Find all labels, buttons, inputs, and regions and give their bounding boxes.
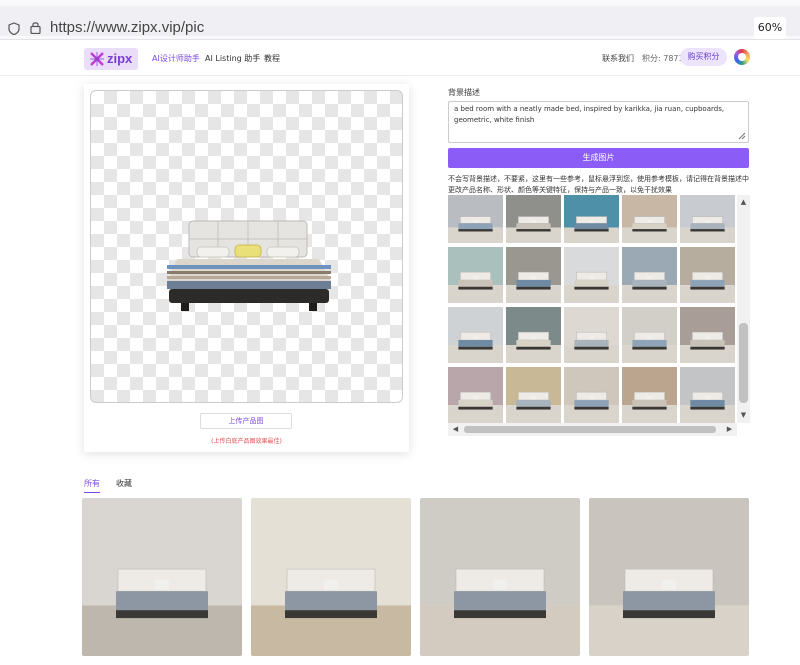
- template-thumbnail[interactable]: [564, 367, 619, 423]
- template-thumbnail[interactable]: [622, 307, 677, 363]
- template-thumbnail[interactable]: [622, 367, 677, 423]
- product-card: 上传产品图 (上传白底产品图效果最佳): [84, 84, 409, 452]
- nav-link-ai-designer[interactable]: AI设计师助手: [152, 53, 200, 64]
- generated-result-image[interactable]: [82, 498, 242, 656]
- scroll-down-icon[interactable]: ▼: [739, 411, 748, 420]
- upload-product-button[interactable]: 上传产品图: [200, 413, 292, 429]
- template-gallery: ▲ ▼ ◀ ▶: [448, 195, 750, 436]
- template-thumbnail[interactable]: [506, 247, 561, 303]
- template-thumbnail[interactable]: [506, 195, 561, 243]
- top-nav: zipx AI设计师助手 AI Listing 助手 教程 联系我们 积分: 7…: [0, 40, 800, 76]
- logo-text: zipx: [107, 51, 133, 66]
- generate-image-button[interactable]: 生成图片: [448, 148, 749, 168]
- background-prompt-textarea[interactable]: a bed room with a neatly made bed, inspi…: [448, 101, 749, 143]
- generated-result-image[interactable]: [420, 498, 580, 656]
- lock-icon[interactable]: [30, 21, 41, 34]
- upload-hint: (上传白底产品图效果最佳): [211, 438, 282, 445]
- template-thumbnail[interactable]: [448, 247, 503, 303]
- generated-result-image[interactable]: [251, 498, 411, 656]
- scroll-up-icon[interactable]: ▲: [739, 198, 748, 207]
- template-thumbnail[interactable]: [564, 247, 619, 303]
- browser-toolbar: https://www.zipx.vip/pic 60%: [0, 0, 800, 40]
- logo-mark-icon: [90, 52, 104, 66]
- template-thumbnail[interactable]: [448, 195, 503, 243]
- points-balance: 积分: 7871: [642, 54, 684, 63]
- nav-link-ai-listing[interactable]: AI Listing 助手: [205, 53, 260, 64]
- generated-result-image[interactable]: [589, 498, 749, 656]
- template-thumbnail[interactable]: [506, 307, 561, 363]
- product-bed-image: [167, 220, 331, 311]
- template-thumbnail[interactable]: [622, 247, 677, 303]
- template-thumbnail[interactable]: [448, 367, 503, 423]
- template-thumbnail[interactable]: [680, 307, 735, 363]
- template-thumbnail[interactable]: [564, 307, 619, 363]
- contact-us-link[interactable]: 联系我们: [602, 53, 634, 64]
- scroll-thumb[interactable]: [739, 323, 748, 403]
- resize-grip-icon[interactable]: [737, 131, 746, 140]
- product-canvas[interactable]: [90, 90, 403, 403]
- prompt-text: a bed room with a neatly made bed, inspi…: [454, 105, 725, 124]
- shield-icon[interactable]: [8, 22, 20, 35]
- template-thumbnail[interactable]: [506, 367, 561, 423]
- template-thumbnail[interactable]: [564, 195, 619, 243]
- template-thumbnail[interactable]: [448, 307, 503, 363]
- horizontal-scrollbar[interactable]: ◀ ▶: [448, 423, 737, 436]
- url-text[interactable]: https://www.zipx.vip/pic: [50, 19, 204, 36]
- prompt-tip: 不会写背景描述，不要紧，这里有一些参考，鼠标悬浮到您，使用参考模板，请记得在背景…: [448, 175, 749, 194]
- tab-all[interactable]: 所有: [84, 478, 100, 493]
- buy-points-button[interactable]: 购买积分: [680, 48, 727, 66]
- scroll-right-icon[interactable]: ▶: [725, 425, 734, 434]
- scroll-thumb-horizontal[interactable]: [464, 426, 716, 433]
- template-thumbnail[interactable]: [680, 195, 735, 243]
- tab-favorites[interactable]: 收藏: [116, 478, 132, 492]
- template-thumbnail[interactable]: [680, 247, 735, 303]
- template-thumbnail[interactable]: [680, 367, 735, 423]
- scroll-left-icon[interactable]: ◀: [451, 425, 460, 434]
- logo[interactable]: zipx: [84, 48, 138, 70]
- template-thumbnail[interactable]: [622, 195, 677, 243]
- avatar[interactable]: [734, 49, 750, 65]
- zoom-level-button[interactable]: 60%: [754, 17, 786, 39]
- nav-link-tutorial[interactable]: 教程: [264, 53, 280, 64]
- address-bar[interactable]: https://www.zipx.vip/pic 60%: [0, 6, 800, 39]
- vertical-scrollbar[interactable]: ▲ ▼: [737, 195, 750, 423]
- background-label: 背景描述: [448, 88, 480, 97]
